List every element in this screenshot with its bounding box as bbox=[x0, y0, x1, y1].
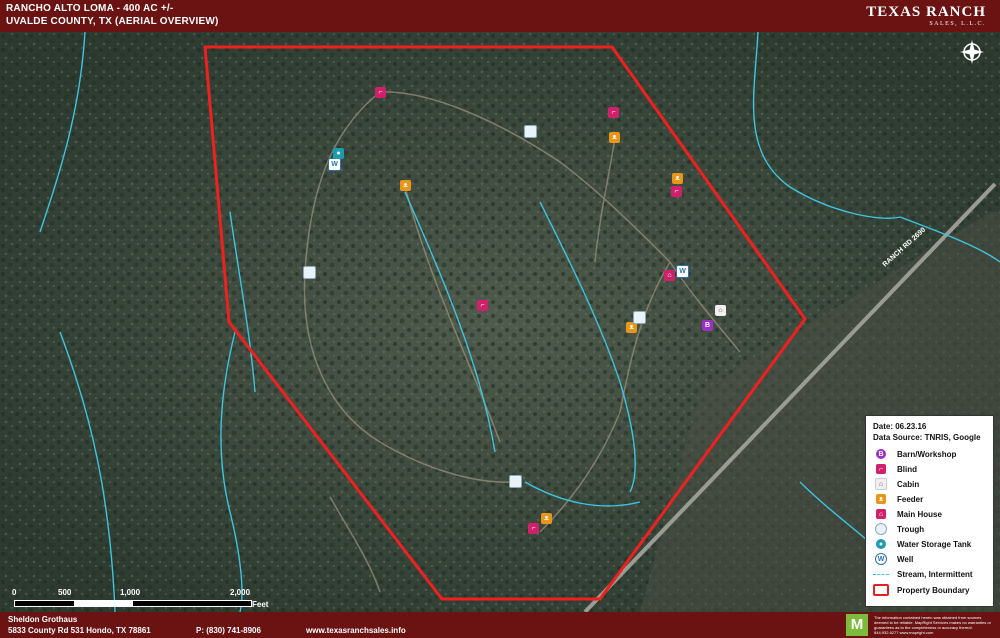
boundary-icon bbox=[873, 584, 889, 596]
disclaimer: The information contained herein was obt… bbox=[874, 615, 991, 635]
legend-item: ● Water Storage Tank bbox=[873, 538, 971, 550]
feeder-icon[interactable]: ᴥ bbox=[400, 180, 411, 191]
legend-item: ᴥ Feeder bbox=[873, 493, 923, 505]
legend-item: ⌂ Cabin bbox=[873, 478, 919, 490]
stream-icon bbox=[873, 573, 889, 575]
feeder-icon[interactable]: ᴥ bbox=[609, 132, 620, 143]
legend-item: Trough bbox=[873, 523, 924, 535]
cabin-icon: ⌂ bbox=[875, 478, 887, 490]
legend-label: Blind bbox=[897, 464, 917, 474]
legend-label: Trough bbox=[897, 524, 925, 534]
legend-label: Well bbox=[897, 554, 914, 564]
legend-label: Property Boundary bbox=[897, 585, 970, 595]
legend-label: Main House bbox=[897, 509, 942, 519]
well-icon[interactable]: W bbox=[676, 265, 689, 278]
mapright-logo: M bbox=[846, 614, 868, 636]
trough-icon[interactable] bbox=[524, 125, 537, 138]
feeder-icon[interactable]: ᴥ bbox=[541, 513, 552, 524]
blind-icon[interactable]: ⌐ bbox=[477, 300, 488, 311]
barn-icon: B bbox=[876, 449, 886, 459]
legend-item: Property Boundary bbox=[873, 584, 969, 596]
legend-label: Feeder bbox=[897, 494, 924, 504]
blind-icon[interactable]: ⌐ bbox=[528, 523, 539, 534]
legend-item: Stream, Intermittent bbox=[873, 568, 973, 580]
scale-bar: 0 500 1,000 2,000 Feet bbox=[8, 588, 268, 612]
trough-icon bbox=[875, 523, 887, 535]
house-icon[interactable]: ⌂ bbox=[664, 270, 675, 281]
agent-phone: P: (830) 741-8906 bbox=[196, 626, 261, 635]
map-header: RANCHO ALTO LOMA - 400 AC +/- UVALDE COU… bbox=[0, 0, 1000, 32]
scale-tick: 500 bbox=[58, 588, 72, 597]
scale-unit: Feet bbox=[252, 600, 269, 609]
map-legend: Date: 06.23.16 Data Source: TNRIS, Googl… bbox=[865, 415, 994, 607]
legend-source: Data Source: TNRIS, Google bbox=[873, 433, 981, 442]
scale-tick: 1,000 bbox=[120, 588, 141, 597]
legend-item: ⌐ Blind bbox=[873, 463, 917, 475]
blind-icon: ⌐ bbox=[876, 464, 886, 474]
legend-label: Cabin bbox=[897, 479, 920, 489]
map-footer: Sheldon Grothaus 5833 County Rd 531 Hond… bbox=[0, 612, 1000, 638]
legend-date: Date: 06.23.16 bbox=[873, 422, 927, 431]
legend-label: Stream, Intermittent bbox=[897, 569, 973, 579]
trough-icon[interactable] bbox=[633, 311, 646, 324]
well-icon[interactable]: W bbox=[328, 158, 341, 171]
cabin-icon[interactable]: ⌂ bbox=[715, 305, 726, 316]
scale-graphic bbox=[14, 600, 252, 607]
logo-name: TEXAS RANCH bbox=[866, 4, 986, 20]
agent-address: 5833 County Rd 531 Hondo, TX 78861 bbox=[8, 626, 151, 635]
blind-icon[interactable]: ⌐ bbox=[671, 186, 682, 197]
barn-icon[interactable]: B bbox=[702, 320, 713, 331]
legend-label: Barn/Workshop bbox=[897, 449, 957, 459]
house-icon: ⌂ bbox=[876, 509, 886, 519]
map-title: RANCHO ALTO LOMA - 400 AC +/- bbox=[6, 3, 174, 14]
aerial-map[interactable]: RANCH RD 2690 bbox=[0, 32, 1000, 612]
map-subtitle: UVALDE COUNTY, TX (AERIAL OVERVIEW) bbox=[6, 16, 219, 27]
agent-name: Sheldon Grothaus bbox=[8, 615, 78, 624]
feeder-icon: ᴥ bbox=[876, 494, 886, 504]
tank-icon[interactable]: ● bbox=[333, 148, 344, 159]
legend-item: W Well bbox=[873, 553, 913, 565]
trough-icon[interactable] bbox=[303, 266, 316, 279]
logo-sub: SALES, L.L.C. bbox=[929, 21, 986, 27]
trough-icon[interactable] bbox=[509, 475, 522, 488]
company-logo: TEXAS RANCH SALES, L.L.C. bbox=[866, 4, 986, 27]
scale-tick: 0 bbox=[12, 588, 17, 597]
tank-icon: ● bbox=[876, 539, 886, 549]
legend-item: B Barn/Workshop bbox=[873, 448, 956, 460]
blind-icon[interactable]: ⌐ bbox=[608, 107, 619, 118]
website-link[interactable]: www.texasranchsales.info bbox=[306, 626, 406, 635]
blind-icon[interactable]: ⌐ bbox=[375, 87, 386, 98]
legend-label: Water Storage Tank bbox=[897, 539, 972, 549]
scale-tick: 2,000 bbox=[230, 588, 251, 597]
well-icon: W bbox=[875, 553, 887, 565]
legend-item: ⌂ Main House bbox=[873, 508, 942, 520]
feeder-icon[interactable]: ᴥ bbox=[672, 173, 683, 184]
